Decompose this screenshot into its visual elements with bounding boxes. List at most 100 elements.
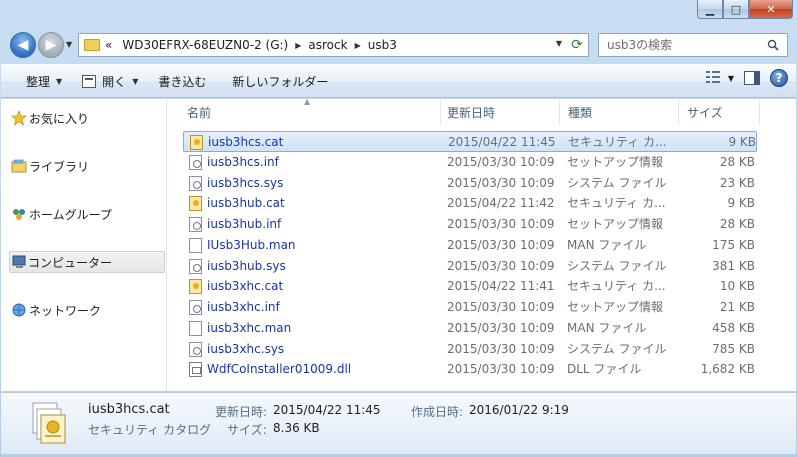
nav-item-homegroup[interactable]: ホームグループ	[11, 203, 163, 225]
column-header-modified[interactable]: 更新日時	[439, 99, 560, 125]
file-name: iusb3hcs.inf	[207, 154, 279, 169]
content-area: お気に入り ライブラリ ホームグループ コンピューター ネットワーク ▲ 名前 …	[1, 97, 796, 391]
file-size: 28 KB	[719, 154, 755, 169]
file-row[interactable]: iusb3xhc.sys 2015/03/30 10:09 システム ファイル 785…	[183, 339, 757, 360]
file-modified: 2015/03/30 10:09	[447, 320, 555, 335]
cat-file-icon	[190, 135, 203, 150]
nav-item-favorites[interactable]: お気に入り	[11, 107, 163, 129]
column-header-name[interactable]: 名前	[179, 99, 441, 125]
change-view-button[interactable]: ▼	[705, 71, 734, 85]
file-modified: 2015/03/30 10:09	[447, 175, 555, 190]
file-size: 381 KB	[712, 258, 755, 273]
file-row[interactable]: iusb3hub.sys 2015/03/30 10:09 システム ファイル 381…	[183, 256, 757, 277]
address-dropdown-icon[interactable]: ▼	[556, 39, 562, 48]
file-row[interactable]: iusb3xhc.cat 2015/04/22 11:41 セキュリティ カ... 1…	[183, 276, 757, 297]
address-bar[interactable]: « WD30EFRX-68EUZN0-2 (G:) ▶ asrock ▶ usb…	[78, 33, 567, 57]
inf-file-icon	[189, 217, 202, 232]
column-label: 更新日時	[447, 105, 496, 120]
forward-button[interactable]: ▶	[38, 32, 64, 58]
sys-file-icon	[189, 258, 202, 274]
column-header-size[interactable]: サイズ	[679, 99, 760, 125]
file-type: システム ファイル	[567, 341, 667, 356]
file-name: iusb3hcs.cat	[208, 135, 284, 149]
computer-icon	[12, 255, 26, 268]
column-label: 種類	[568, 105, 593, 120]
file-modified: 2015/03/30 10:09	[447, 217, 555, 231]
nav-item-network[interactable]: ネットワーク	[11, 299, 163, 321]
recent-pages-dropdown[interactable]: ▼	[66, 40, 72, 49]
file-modified: 2015/03/30 10:09	[447, 362, 555, 377]
file-list: ▲ 名前 更新日時 種類 サイズ iusb3hcs.cat 2015/04/22 …	[171, 97, 796, 391]
navigation-pane: お気に入り ライブラリ ホームグループ コンピューター ネットワーク	[1, 99, 167, 391]
organize-menu[interactable]: 整理 ▼	[18, 68, 70, 94]
file-size: 23 KB	[719, 175, 755, 190]
catalog-file-icon	[32, 402, 66, 444]
minimize-button[interactable]: ▁	[697, 0, 723, 19]
file-modified: 2015/04/22 11:41	[447, 279, 555, 294]
organize-label: 整理	[26, 74, 51, 89]
file-modified: 2015/04/22 11:45	[448, 135, 556, 149]
file-row[interactable]: iusb3hcs.sys 2015/03/30 10:09 システム ファイル 23 …	[183, 173, 757, 194]
file-modified: 2015/03/30 10:09	[447, 300, 555, 314]
inf-file-icon	[189, 154, 202, 170]
file-row[interactable]: iusb3hub.cat 2015/04/22 11:42 セキュリティ カ... 9…	[183, 193, 757, 214]
details-size-value: 8.36 KB	[273, 421, 320, 435]
search-input[interactable]	[607, 38, 767, 52]
caption-buttons: ▁ □ ✕	[697, 0, 793, 20]
refresh-button[interactable]: ⟳	[566, 33, 589, 57]
nav-item-libraries[interactable]: ライブラリ	[11, 155, 163, 177]
details-pane: iusb3hcs.cat セキュリティ カタログ 更新日時: 2015/04/2…	[1, 392, 796, 454]
file-size: 175 KB	[712, 237, 755, 252]
breadcrumb-asrock[interactable]: asrock	[303, 38, 352, 52]
details-modified-label: 更新日時:	[215, 405, 268, 419]
star-icon	[11, 110, 27, 126]
man-file-icon	[189, 320, 202, 336]
file-name: iusb3hub.sys	[207, 258, 286, 273]
file-row[interactable]: WdfCoInstaller01009.dll 2015/03/30 10:09 D…	[183, 359, 757, 380]
nav-label: お気に入り	[29, 111, 90, 126]
open-menu[interactable]: 開く ▼	[74, 68, 146, 94]
command-bar: 整理 ▼ 開く ▼ 書き込む 新しいフォルダー ▼ ?	[1, 64, 796, 98]
breadcrumb-overflow[interactable]: «	[100, 38, 117, 52]
file-type: セットアップ情報	[567, 300, 664, 314]
file-row[interactable]: iusb3hcs.cat 2015/04/22 11:45 セキュリティ カ... 9…	[183, 131, 757, 152]
search-icon[interactable]	[767, 39, 779, 51]
file-name: WdfCoInstaller01009.dll	[207, 362, 352, 377]
file-type: システム ファイル	[567, 258, 667, 273]
burn-button[interactable]: 書き込む	[150, 68, 214, 94]
refresh-icon: ⟳	[571, 37, 583, 53]
file-row[interactable]: iusb3hub.inf 2015/03/30 10:09 セットアップ情報 28 K…	[183, 214, 757, 235]
dll-file-icon	[189, 362, 202, 378]
file-modified: 2015/03/30 10:09	[447, 154, 555, 169]
open-icon	[82, 74, 97, 88]
file-name: iusb3xhc.inf	[207, 300, 280, 314]
sys-file-icon	[189, 341, 202, 357]
close-button[interactable]: ✕	[749, 0, 793, 19]
chevron-down-icon: ▼	[56, 76, 63, 86]
preview-pane-button[interactable]	[744, 71, 760, 85]
back-button[interactable]: ◀	[10, 32, 36, 58]
file-type: MAN ファイル	[567, 237, 647, 252]
file-row[interactable]: IUsb3Hub.man 2015/03/30 10:09 MAN ファイル 175 …	[183, 235, 757, 256]
view-details-icon	[705, 71, 722, 85]
help-button[interactable]: ?	[770, 69, 788, 87]
file-row[interactable]: iusb3xhc.man 2015/03/30 10:09 MAN ファイル 458 …	[183, 318, 757, 339]
maximize-button[interactable]: □	[723, 0, 749, 19]
file-type: セキュリティ カ...	[567, 279, 666, 294]
breadcrumb-drive[interactable]: WD30EFRX-68EUZN0-2 (G:)	[117, 38, 293, 52]
new-folder-button[interactable]: 新しいフォルダー	[224, 68, 336, 94]
details-created-label: 作成日時:	[411, 405, 464, 419]
file-row[interactable]: iusb3hcs.inf 2015/03/30 10:09 セットアップ情報 28 K…	[183, 152, 757, 173]
breadcrumb-usb3[interactable]: usb3	[363, 38, 402, 52]
chevron-right-icon[interactable]: ▶	[353, 41, 363, 50]
chevron-right-icon[interactable]: ▶	[293, 41, 303, 50]
folder-icon	[84, 39, 100, 51]
nav-label: コンピューター	[28, 255, 113, 270]
file-name: iusb3hub.cat	[207, 196, 285, 211]
file-type: セットアップ情報	[567, 154, 664, 169]
file-row[interactable]: iusb3xhc.inf 2015/03/30 10:09 セットアップ情報 21 K…	[183, 297, 757, 318]
column-header-type[interactable]: 種類	[560, 99, 679, 125]
column-label: サイズ	[687, 105, 723, 120]
nav-item-computer[interactable]: コンピューター	[9, 251, 165, 273]
explorer-window: ▁ □ ✕ ◀ ▶ ▼ « WD30EFRX-68EUZN0-2 (G:) ▶ …	[0, 0, 797, 457]
